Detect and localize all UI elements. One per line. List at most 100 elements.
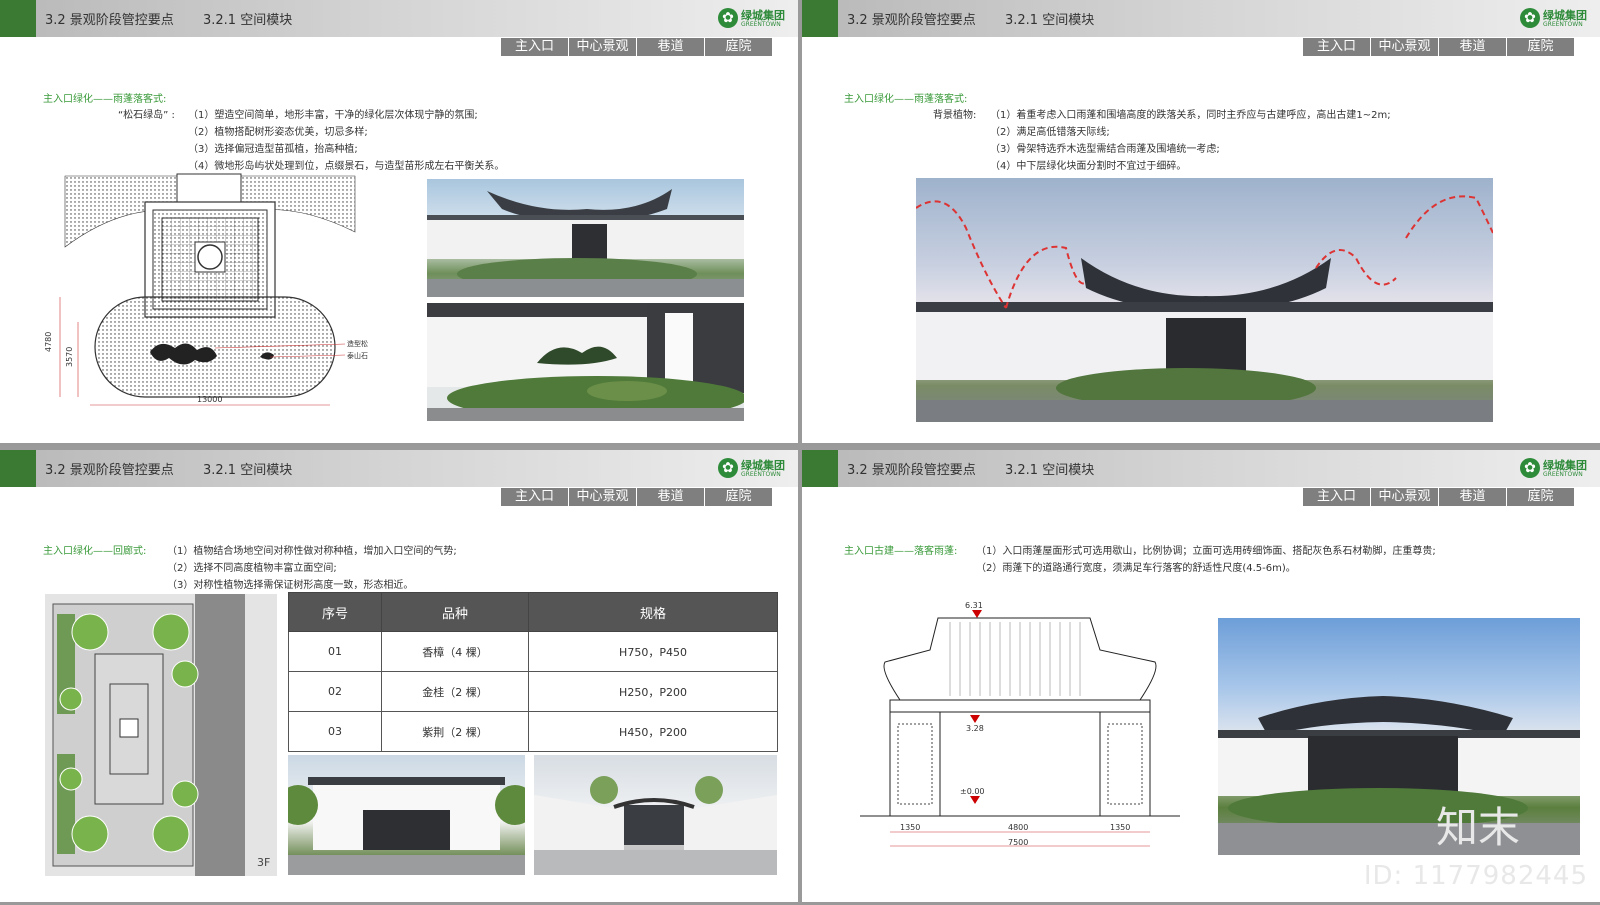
elev-base: ±0.00 — [960, 787, 985, 796]
table-cell: 金桂（2 棵） — [381, 671, 529, 712]
dim-total: 7500 — [1008, 838, 1028, 847]
text-line: （2）选择不同高度植物丰富立面空间; — [167, 563, 337, 574]
text-line: （4）中下层绿化块面分割时不宜过于细碎。 — [990, 161, 1187, 172]
section-title: 3.2 景观阶段管控要点 — [847, 463, 976, 478]
greentown-logo: ✿ 绿城集团 GREENTOWN — [718, 6, 788, 32]
canopy-elevation-drawing: 6.31 3.28 ±0.00 1350 4800 1350 7500 — [860, 601, 1180, 847]
section-tabs: 主入口 中心景观 巷道 庭院 — [1303, 38, 1575, 56]
dim-height-1: 4780 — [45, 332, 53, 352]
colonnade-photo-1 — [288, 755, 525, 875]
greentown-logo-icon: ✿ — [718, 458, 738, 478]
module-title: 3.2.1 空间模块 — [203, 463, 293, 478]
slide-1: 3.2 景观阶段管控要点 3.2.1 空间模块 ✿ 绿城集团 GREENTOWN… — [0, 0, 798, 446]
table-row: 03 紫荆（2 棵） H450，P200 — [288, 711, 778, 752]
greentown-logo: ✿ 绿城集团 GREENTOWN — [1520, 456, 1590, 482]
greentown-logo: ✿ 绿城集团 GREENTOWN — [1520, 6, 1590, 32]
dim-height-2: 3570 — [65, 347, 74, 367]
dim-width: 13000 — [197, 395, 222, 404]
greentown-logo: ✿ 绿城集团 GREENTOWN — [718, 456, 788, 482]
table-cell: 03 — [288, 711, 382, 752]
slide-subtitle: 主入口绿化——雨蓬落客式: — [844, 94, 968, 105]
table-header: 序号 — [288, 592, 382, 632]
logo-subtext: GREENTOWN — [1543, 21, 1583, 28]
tab-main-entrance[interactable]: 主入口 — [501, 488, 568, 506]
section-tabs: 主入口 中心景观 巷道 庭院 — [501, 488, 773, 506]
section-title: 3.2 景观阶段管控要点 — [847, 13, 976, 28]
site-plan-drawing: 造型松 泰山石 4780 3570 13000 — [45, 173, 368, 406]
slide-header: 3.2 景观阶段管控要点 3.2.1 空间模块 ✿ 绿城集团 GREENTOWN — [0, 450, 798, 487]
text-line: （2）植物搭配树形姿态优美，切忌多样; — [188, 127, 368, 138]
tab-main-entrance[interactable]: 主入口 — [1303, 38, 1370, 56]
tab-alley[interactable]: 巷道 — [637, 38, 704, 56]
table-cell: H250，P200 — [528, 671, 778, 712]
text-line: （4）微地形岛屿状处理到位，点缀景石，与造型苗形成左右平衡关系。 — [188, 161, 505, 172]
logo-subtext: GREENTOWN — [741, 21, 781, 28]
tab-courtyard[interactable]: 庭院 — [1507, 38, 1574, 56]
tab-main-entrance[interactable]: 主入口 — [501, 38, 568, 56]
tab-alley[interactable]: 巷道 — [637, 488, 704, 506]
greentown-logo-icon: ✿ — [1520, 458, 1540, 478]
slide-subtitle: 主入口绿化——回廊式: — [43, 546, 147, 557]
tab-courtyard[interactable]: 庭院 — [705, 38, 772, 56]
tab-courtyard[interactable]: 庭院 — [705, 488, 772, 506]
text-line: （1）塑造空间简单，地形丰富，干净的绿化层次体现宁静的氛围; — [188, 110, 478, 121]
dim-1: 1350 — [900, 823, 920, 832]
table-row: 01 香樟（4 棵） H750，P450 — [288, 631, 778, 672]
slide-header: 3.2 景观阶段管控要点 3.2.1 空间模块 ✿ 绿城集团 GREENTOWN — [802, 0, 1600, 37]
entrance-canopy-photo — [427, 179, 744, 297]
plan-tag-stone: 泰山石 — [347, 351, 368, 360]
elev-top: 6.31 — [965, 601, 983, 610]
tab-central-landscape[interactable]: 中心景观 — [569, 488, 636, 506]
skyline-photo — [916, 178, 1493, 422]
colonnade-plan: 3F — [45, 594, 277, 876]
header-accent-bar — [0, 0, 36, 37]
canopy-photo — [1218, 618, 1580, 855]
module-title: 3.2.1 空间模块 — [1005, 463, 1095, 478]
slide-border — [0, 443, 798, 446]
text-line: （2）雨蓬下的道路通行宽度，须满足车行落客的舒适性尺度(4.5-6m)。 — [976, 563, 1296, 574]
plant-spec-table: 序号 品种 规格 01 香樟（4 棵） H750，P450 02 金桂（2 棵）… — [288, 592, 778, 752]
text-line: （2）满足高低错落天际线; — [990, 127, 1110, 138]
text-line: （1）植物结合场地空间对称性做对称种植，增加入口空间的气势; — [167, 546, 457, 557]
table-cell: 香樟（4 棵） — [381, 631, 529, 672]
watermark-text: 知末 — [1435, 803, 1520, 852]
tab-central-landscape[interactable]: 中心景观 — [1371, 38, 1438, 56]
table-header: 品种 — [381, 592, 529, 632]
text-line: （1）着重考虑入口雨蓬和围墙高度的跌落关系，同时主乔应与古建呼应，高出古建1~2… — [990, 110, 1391, 121]
section-tabs: 主入口 中心景观 巷道 庭院 — [1303, 488, 1575, 506]
label: 背景植物: — [933, 110, 977, 121]
slide-subtitle: 主入口古建——落客雨蓬: — [844, 546, 958, 557]
table-header: 规格 — [528, 592, 778, 632]
module-title: 3.2.1 空间模块 — [203, 13, 293, 28]
tab-central-landscape[interactable]: 中心景观 — [569, 38, 636, 56]
header-accent-bar — [0, 450, 36, 487]
table-row: 02 金桂（2 棵） H250，P200 — [288, 671, 778, 712]
text-line: （3）对称性植物选择需保证树形高度一致，形态相近。 — [167, 580, 414, 591]
section-title: 3.2 景观阶段管控要点 — [45, 463, 174, 478]
table-cell: 01 — [288, 631, 382, 672]
section-tabs: 主入口 中心景观 巷道 庭院 — [501, 38, 773, 56]
slide-2: 3.2 景观阶段管控要点 3.2.1 空间模块 ✿ 绿城集团 GREENTOWN… — [802, 0, 1600, 446]
text-line: （3）选择偏冠造型苗孤植，抬高种植; — [188, 144, 358, 155]
dim-2: 4800 — [1008, 823, 1028, 832]
slide-header: 3.2 景观阶段管控要点 3.2.1 空间模块 ✿ 绿城集团 GREENTOWN — [802, 450, 1600, 487]
table-cell: 02 — [288, 671, 382, 712]
tab-courtyard[interactable]: 庭院 — [1507, 488, 1574, 506]
slide-4: 3.2 景观阶段管控要点 3.2.1 空间模块 ✿ 绿城集团 GREENTOWN… — [802, 450, 1600, 905]
slide-3: 3.2 景观阶段管控要点 3.2.1 空间模块 ✿ 绿城集团 GREENTOWN… — [0, 450, 798, 905]
slide-header: 3.2 景观阶段管控要点 3.2.1 空间模块 ✿ 绿城集团 GREENTOWN — [0, 0, 798, 37]
greentown-logo-icon: ✿ — [718, 8, 738, 28]
colonnade-photo-2 — [534, 755, 777, 875]
tab-central-landscape[interactable]: 中心景观 — [1371, 488, 1438, 506]
tab-main-entrance[interactable]: 主入口 — [1303, 488, 1370, 506]
logo-subtext: GREENTOWN — [741, 471, 781, 478]
tab-alley[interactable]: 巷道 — [1439, 488, 1506, 506]
pine-island-photo — [427, 303, 744, 421]
tab-alley[interactable]: 巷道 — [1439, 38, 1506, 56]
image-id-text: ID: 1177982445 — [1363, 861, 1588, 891]
dim-3: 1350 — [1110, 823, 1130, 832]
table-cell: H450，P200 — [528, 711, 778, 752]
header-accent-bar — [802, 450, 838, 487]
slide-subtitle: 主入口绿化——雨蓬落客式: — [43, 94, 167, 105]
plan-tag-pine: 造型松 — [347, 339, 368, 348]
